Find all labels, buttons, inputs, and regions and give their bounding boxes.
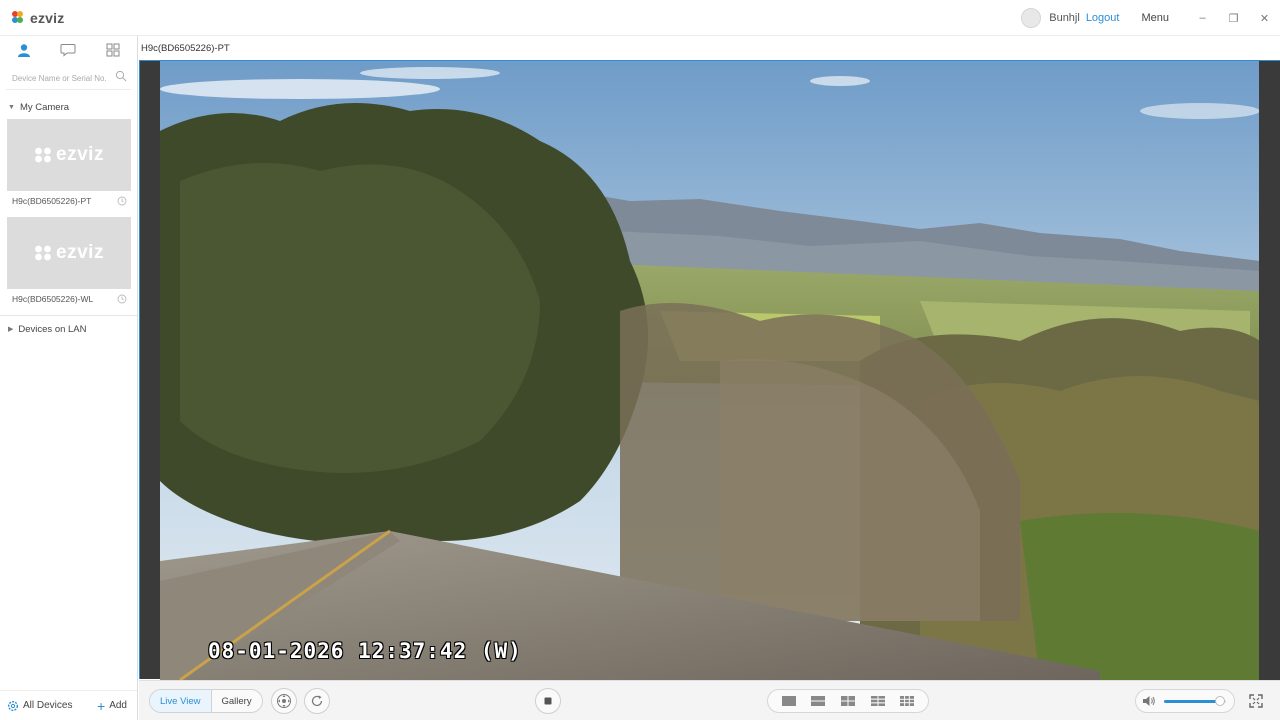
gear-icon (7, 700, 19, 711)
video-timestamp-overlay: 08-01-2026 12:37:42 (W) (208, 639, 522, 663)
camera-name: H9c(BD6505226)-PT (12, 196, 92, 206)
layout-2-button[interactable] (807, 692, 829, 710)
camera-card[interactable]: ezviz H9c(BD6505226)-PT (7, 119, 131, 211)
layout-single-icon (781, 696, 796, 706)
close-button[interactable]: ✕ (1249, 0, 1280, 36)
thumbnail-logo: ezviz (34, 242, 104, 264)
thumbnail-logo-text: ezviz (56, 242, 104, 263)
camera-label-row: H9c(BD6505226)-PT (7, 191, 131, 211)
layout-9-button[interactable] (896, 692, 918, 710)
live-view-button[interactable]: Live View (150, 690, 212, 712)
channel-header: H9c(BD6505226)-PT (139, 36, 1280, 60)
gallery-button[interactable]: Gallery (212, 690, 262, 712)
caret-right-icon: ▶ (8, 326, 14, 333)
refresh-icon (311, 695, 323, 707)
thumbnail-logo: ezviz (34, 144, 104, 166)
ptz-direction-icon (277, 694, 291, 708)
group-my-camera[interactable]: ▼ My Camera (0, 98, 137, 116)
camera-thumbnail[interactable]: ezviz (7, 217, 131, 289)
stop-icon (544, 697, 552, 705)
chat-icon (60, 44, 76, 57)
ezviz-mark-icon (35, 245, 51, 261)
channel-title: H9c(BD6505226)-PT (141, 42, 230, 54)
layout-six-icon (870, 696, 885, 706)
volume-knob[interactable] (1214, 695, 1225, 706)
refresh-button[interactable] (304, 688, 330, 714)
restore-button[interactable]: ❐ (1218, 0, 1249, 36)
layout-four-icon (840, 696, 855, 706)
user-icon (18, 44, 31, 57)
camera-card[interactable]: ezviz H9c(BD6505226)-WL (7, 217, 131, 309)
bottom-toolbar: Live View Gallery (139, 680, 1280, 720)
history-icon[interactable] (117, 294, 127, 304)
layout-nine-icon (900, 696, 915, 706)
app-logo: ezviz (12, 10, 64, 26)
username: Bunhjl (1049, 12, 1080, 24)
ezviz-app-window: ezviz Bunhjl Logout Menu – ❐ ✕ Device Na… (0, 0, 1280, 720)
view-mode-toggle: Live View Gallery (149, 689, 263, 713)
ptz-control-button[interactable] (271, 688, 297, 714)
camera-label-row: H9c(BD6505226)-WL (7, 289, 131, 309)
search-icon[interactable] (115, 70, 127, 82)
history-icon[interactable] (117, 196, 127, 206)
add-device-button[interactable]: + Add (97, 697, 127, 714)
volume-fill (1164, 699, 1220, 703)
ezviz-mark-icon (35, 147, 51, 163)
layout-1-button[interactable] (778, 692, 800, 710)
thumbnail-logo-text: ezviz (56, 144, 104, 165)
search-input[interactable] (12, 69, 112, 88)
grid-icon (106, 43, 120, 57)
fullscreen-icon (1249, 694, 1263, 708)
divider (0, 315, 137, 316)
title-bar: ezviz Bunhjl Logout Menu – ❐ ✕ (0, 0, 1280, 36)
camera-name: H9c(BD6505226)-WL (12, 294, 94, 304)
sidebar: ▼ My Camera ezviz H9c(BD6505226)-PT (0, 36, 138, 720)
ezviz-logo-icon (12, 11, 28, 25)
layout-4-button[interactable] (837, 692, 859, 710)
group-label: My Camera (19, 101, 70, 113)
user-area: Bunhjl Logout Menu – ❐ ✕ (1021, 0, 1280, 36)
tab-devices[interactable] (9, 38, 39, 62)
group-label: Devices on LAN (18, 323, 87, 335)
avatar[interactable] (1021, 8, 1042, 28)
camera-scene-image (160, 61, 1260, 680)
volume-slider[interactable] (1164, 695, 1226, 706)
sidebar-bottom-bar: All Devices + Add (0, 690, 137, 720)
layout-selector (767, 689, 929, 713)
video-scrollbar[interactable] (1259, 61, 1280, 680)
search-box (6, 68, 131, 90)
layout-6-button[interactable] (867, 692, 889, 710)
live-view-pane[interactable]: 08-01-2026 12:37:42 (W) (139, 60, 1280, 680)
layout-two-icon (811, 696, 826, 706)
minimize-button[interactable]: – (1187, 0, 1218, 36)
plus-icon: + (97, 697, 106, 714)
fullscreen-button[interactable] (1246, 691, 1266, 711)
speaker-icon[interactable] (1142, 695, 1156, 707)
all-devices-label: All Devices (23, 700, 73, 711)
caret-down-icon: ▼ (8, 103, 15, 111)
logout-link[interactable]: Logout (1086, 12, 1120, 24)
tab-messages[interactable] (53, 38, 83, 62)
stop-all-button[interactable] (535, 688, 561, 714)
tab-more[interactable] (98, 38, 128, 62)
group-devices-on-lan[interactable]: ▶ Devices on LAN (0, 320, 137, 338)
all-devices-button[interactable]: All Devices (7, 700, 72, 712)
menu-button[interactable]: Menu (1141, 12, 1169, 24)
add-label: Add (109, 700, 127, 711)
sidebar-tabs (0, 36, 137, 64)
camera-thumbnail[interactable]: ezviz (7, 119, 131, 191)
app-logo-text: ezviz (30, 10, 65, 26)
camera-video-feed[interactable]: 08-01-2026 12:37:42 (W) (160, 61, 1260, 680)
volume-control (1135, 689, 1235, 713)
